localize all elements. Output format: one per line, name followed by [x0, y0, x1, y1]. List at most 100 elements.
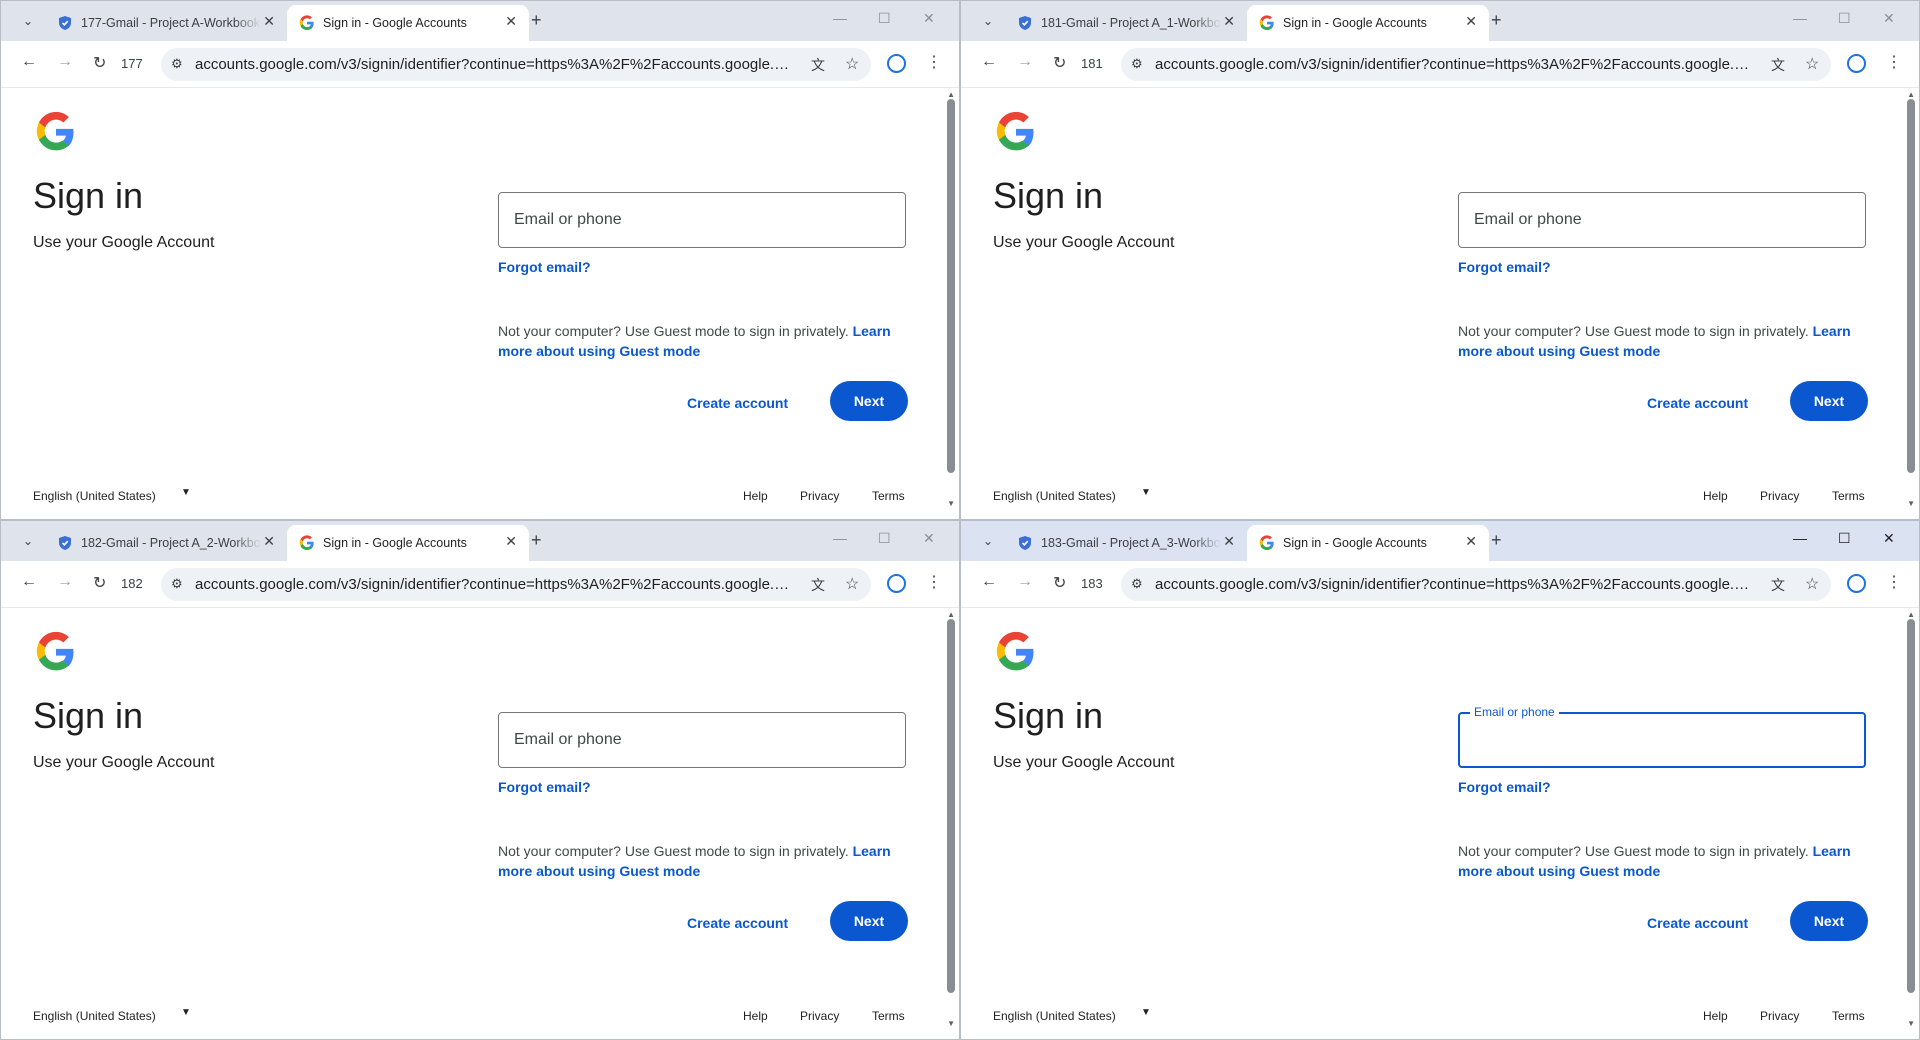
forward-arrow-icon[interactable]: → [1017, 573, 1033, 591]
create-account-button[interactable]: Create account [1647, 915, 1748, 931]
help-link[interactable]: Help [1703, 489, 1728, 503]
next-button[interactable]: Next [1790, 901, 1868, 941]
language-selector[interactable]: English (United States) [993, 489, 1116, 503]
minimize-icon[interactable]: — [833, 530, 847, 546]
tab-sign-in[interactable]: Sign in - Google Accounts ✕ [1247, 525, 1489, 561]
new-tab-plus-icon[interactable]: + [1491, 10, 1502, 31]
language-selector[interactable]: English (United States) [993, 1009, 1116, 1023]
profile-avatar-icon[interactable] [1847, 54, 1866, 73]
privacy-link[interactable]: Privacy [800, 1009, 839, 1023]
forward-arrow-icon[interactable]: → [57, 573, 73, 591]
language-selector[interactable]: English (United States) [33, 1009, 156, 1023]
bookmark-star-icon[interactable]: ☆ [845, 54, 859, 74]
reload-icon[interactable]: ↻ [1053, 573, 1066, 593]
site-info-icon[interactable]: ⚙ [1131, 576, 1143, 592]
scrollbar-thumb[interactable] [947, 619, 955, 993]
language-dropdown-icon[interactable]: ▼ [181, 1007, 191, 1018]
profile-avatar-icon[interactable] [887, 54, 906, 73]
translate-icon[interactable]: 文 [1771, 575, 1785, 595]
back-arrow-icon[interactable]: ← [21, 53, 37, 71]
tab-sign-in[interactable]: Sign in - Google Accounts ✕ [1247, 5, 1489, 41]
tab-gmail[interactable]: 183-Gmail - Project A_3-Workbook ✕ [1005, 525, 1247, 561]
more-menu-icon[interactable]: ⋮ [926, 572, 942, 592]
scrollbar-thumb[interactable] [947, 99, 955, 473]
url-text[interactable]: accounts.google.com/v3/signin/identifier… [1155, 576, 1755, 593]
tab-search-chevron-icon[interactable]: ⌄ [975, 531, 1001, 551]
tab-gmail[interactable]: 182-Gmail - Project A_2-Workbook ✕ [45, 525, 287, 561]
close-window-icon[interactable]: ✕ [923, 10, 935, 27]
bookmark-star-icon[interactable]: ☆ [1805, 574, 1819, 594]
forward-arrow-icon[interactable]: → [57, 53, 73, 71]
close-tab-icon[interactable]: ✕ [263, 13, 275, 30]
language-dropdown-icon[interactable]: ▼ [181, 487, 191, 498]
terms-link[interactable]: Terms [1832, 489, 1865, 503]
reload-icon[interactable]: ↻ [93, 53, 106, 73]
scroll-up-arrow-icon[interactable]: ▲ [947, 610, 955, 619]
url-text[interactable]: accounts.google.com/v3/signin/identifier… [195, 576, 795, 593]
tab-search-chevron-icon[interactable]: ⌄ [15, 11, 41, 31]
tab-sign-in[interactable]: Sign in - Google Accounts ✕ [287, 525, 529, 561]
close-tab-icon[interactable]: ✕ [505, 13, 517, 30]
url-text[interactable]: accounts.google.com/v3/signin/identifier… [1155, 56, 1755, 73]
url-text[interactable]: accounts.google.com/v3/signin/identifier… [195, 56, 795, 73]
forward-arrow-icon[interactable]: → [1017, 53, 1033, 71]
scroll-down-arrow-icon[interactable]: ▼ [947, 499, 955, 508]
scroll-up-arrow-icon[interactable]: ▲ [947, 90, 955, 99]
email-field[interactable]: Email or phone [1458, 192, 1866, 248]
profile-avatar-icon[interactable] [1847, 574, 1866, 593]
maximize-icon[interactable]: ☐ [878, 10, 891, 27]
minimize-icon[interactable]: — [1793, 10, 1807, 26]
new-tab-plus-icon[interactable]: + [531, 10, 542, 31]
forgot-email-link[interactable]: Forgot email? [498, 779, 591, 795]
back-arrow-icon[interactable]: ← [21, 573, 37, 591]
close-window-icon[interactable]: ✕ [1883, 530, 1895, 547]
reload-icon[interactable]: ↻ [93, 573, 106, 593]
scrollbar-thumb[interactable] [1907, 619, 1915, 993]
scroll-down-arrow-icon[interactable]: ▼ [1907, 1019, 1915, 1028]
language-dropdown-icon[interactable]: ▼ [1141, 1007, 1151, 1018]
address-bar[interactable]: ⚙ accounts.google.com/v3/signin/identifi… [161, 568, 871, 601]
minimize-icon[interactable]: — [833, 10, 847, 26]
next-button[interactable]: Next [830, 381, 908, 421]
privacy-link[interactable]: Privacy [800, 489, 839, 503]
language-dropdown-icon[interactable]: ▼ [1141, 487, 1151, 498]
next-button[interactable]: Next [830, 901, 908, 941]
bookmark-star-icon[interactable]: ☆ [1805, 54, 1819, 74]
maximize-icon[interactable]: ☐ [1838, 10, 1851, 27]
scroll-up-arrow-icon[interactable]: ▲ [1907, 90, 1915, 99]
more-menu-icon[interactable]: ⋮ [926, 52, 942, 72]
translate-icon[interactable]: 文 [811, 55, 825, 75]
email-field[interactable]: Email or phone [498, 192, 906, 248]
minimize-icon[interactable]: — [1793, 530, 1807, 546]
bookmark-star-icon[interactable]: ☆ [845, 574, 859, 594]
address-bar[interactable]: ⚙ accounts.google.com/v3/signin/identifi… [1121, 568, 1831, 601]
new-tab-plus-icon[interactable]: + [531, 530, 542, 551]
scroll-down-arrow-icon[interactable]: ▼ [947, 1019, 955, 1028]
address-bar[interactable]: ⚙ accounts.google.com/v3/signin/identifi… [1121, 48, 1831, 81]
profile-avatar-icon[interactable] [887, 574, 906, 593]
create-account-button[interactable]: Create account [1647, 395, 1748, 411]
next-button[interactable]: Next [1790, 381, 1868, 421]
tab-sign-in[interactable]: Sign in - Google Accounts ✕ [287, 5, 529, 41]
tab-search-chevron-icon[interactable]: ⌄ [15, 531, 41, 551]
translate-icon[interactable]: 文 [1771, 55, 1785, 75]
close-window-icon[interactable]: ✕ [923, 530, 935, 547]
create-account-button[interactable]: Create account [687, 395, 788, 411]
close-window-icon[interactable]: ✕ [1883, 10, 1895, 27]
forgot-email-link[interactable]: Forgot email? [1458, 259, 1551, 275]
scroll-up-arrow-icon[interactable]: ▲ [1907, 610, 1915, 619]
forgot-email-link[interactable]: Forgot email? [498, 259, 591, 275]
tab-gmail[interactable]: 181-Gmail - Project A_1-Workbook ✕ [1005, 5, 1247, 41]
more-menu-icon[interactable]: ⋮ [1886, 572, 1902, 592]
email-field[interactable]: Email or phone [498, 712, 906, 768]
close-tab-icon[interactable]: ✕ [1223, 13, 1235, 30]
maximize-icon[interactable]: ☐ [878, 530, 891, 547]
help-link[interactable]: Help [1703, 1009, 1728, 1023]
reload-icon[interactable]: ↻ [1053, 53, 1066, 73]
forgot-email-link[interactable]: Forgot email? [1458, 779, 1551, 795]
close-tab-icon[interactable]: ✕ [505, 533, 517, 550]
language-selector[interactable]: English (United States) [33, 489, 156, 503]
create-account-button[interactable]: Create account [687, 915, 788, 931]
site-info-icon[interactable]: ⚙ [171, 576, 183, 592]
help-link[interactable]: Help [743, 1009, 768, 1023]
